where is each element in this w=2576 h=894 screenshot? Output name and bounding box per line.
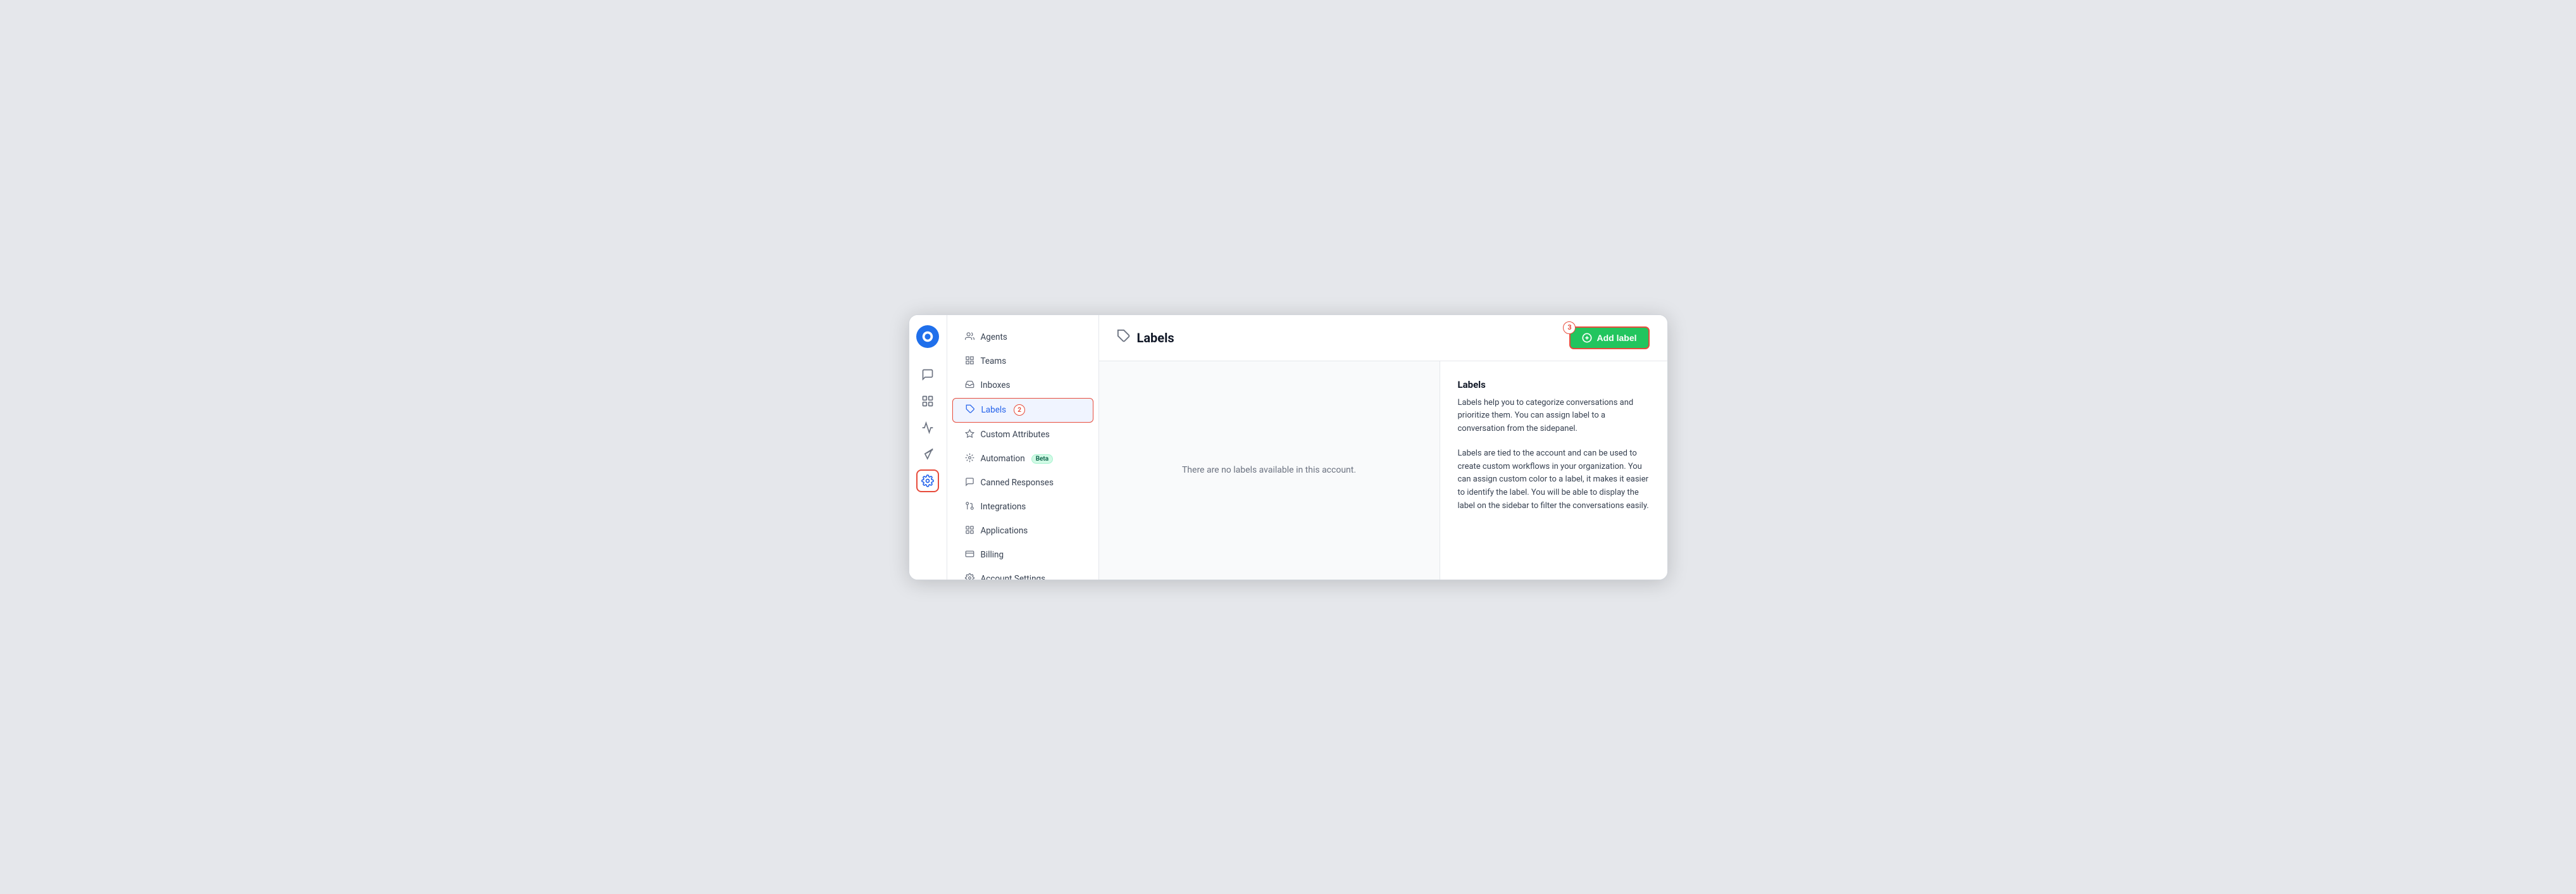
sidebar-item-account-settings[interactable]: Account Settings <box>952 568 1093 580</box>
empty-state: There are no labels available in this ac… <box>1099 361 1440 580</box>
app-window: Agents Teams Inboxes Labels 2 <box>909 314 1668 580</box>
add-label-button-wrapper: 3 Add label <box>1569 326 1649 349</box>
applications-icon <box>965 525 974 537</box>
sidebar-item-integrations[interactable]: Integrations <box>952 495 1093 519</box>
rail-icon-conversations[interactable] <box>916 363 939 386</box>
teams-icon <box>965 356 974 368</box>
inboxes-icon <box>965 380 974 392</box>
app-logo[interactable] <box>916 325 939 348</box>
info-panel: Labels Labels help you to categorize con… <box>1440 361 1667 580</box>
sidebar-item-labels[interactable]: Labels 2 <box>952 398 1093 423</box>
info-panel-paragraph2: Labels are tied to the account and can b… <box>1458 447 1650 513</box>
canned-responses-icon <box>965 477 974 489</box>
integrations-icon <box>965 501 974 513</box>
sidebar-item-teams[interactable]: Teams <box>952 350 1093 373</box>
sidebar-item-custom-attributes[interactable]: Custom Attributes <box>952 423 1093 447</box>
page-title: Labels <box>1117 329 1174 346</box>
sidebar: Agents Teams Inboxes Labels 2 <box>947 315 1099 580</box>
sidebar-item-applications-label: Applications <box>981 526 1028 536</box>
page-title-icon <box>1117 329 1131 346</box>
sidebar-item-automation[interactable]: Automation Beta <box>952 447 1093 471</box>
main-content: Labels 3 Add label There are no labels a… <box>1099 315 1667 580</box>
info-panel-title: Labels <box>1458 379 1650 390</box>
rail-icon-contacts[interactable] <box>916 390 939 413</box>
sidebar-item-inboxes[interactable]: Inboxes <box>952 374 1093 397</box>
agents-icon <box>965 332 974 344</box>
sidebar-item-account-settings-label: Account Settings <box>981 574 1046 580</box>
rail-icon-campaigns[interactable] <box>916 443 939 466</box>
account-settings-icon <box>965 573 974 580</box>
main-body: There are no labels available in this ac… <box>1099 361 1667 580</box>
add-label-badge: 3 <box>1563 321 1576 334</box>
automation-icon <box>965 453 974 465</box>
add-label-button-text: Add label <box>1596 333 1636 343</box>
info-panel-paragraph1: Labels help you to categorize conversati… <box>1458 397 1650 436</box>
sidebar-item-custom-attributes-label: Custom Attributes <box>981 430 1050 440</box>
labels-number-badge: 2 <box>1014 404 1025 416</box>
icon-rail <box>909 315 947 580</box>
sidebar-item-agents[interactable]: Agents <box>952 326 1093 349</box>
sidebar-item-billing[interactable]: Billing <box>952 543 1093 567</box>
sidebar-item-agents-label: Agents <box>981 332 1007 342</box>
custom-attributes-icon <box>965 429 974 441</box>
sidebar-item-teams-label: Teams <box>981 356 1007 366</box>
sidebar-item-integrations-label: Integrations <box>981 502 1026 512</box>
sidebar-item-inboxes-label: Inboxes <box>981 380 1011 390</box>
add-label-button[interactable]: Add label <box>1569 326 1649 349</box>
automation-beta-badge: Beta <box>1031 454 1053 464</box>
rail-icon-settings[interactable] <box>916 469 939 492</box>
sidebar-item-labels-label: Labels <box>981 405 1007 415</box>
sidebar-item-billing-label: Billing <box>981 550 1004 560</box>
sidebar-item-automation-label: Automation <box>981 454 1025 464</box>
page-header: Labels 3 Add label <box>1099 315 1667 361</box>
rail-icon-reports[interactable] <box>916 416 939 439</box>
sidebar-item-canned-responses-label: Canned Responses <box>981 478 1054 488</box>
billing-icon <box>965 549 974 561</box>
page-title-text: Labels <box>1137 330 1174 345</box>
empty-message: There are no labels available in this ac… <box>1182 465 1356 475</box>
labels-icon <box>966 404 975 416</box>
sidebar-item-canned-responses[interactable]: Canned Responses <box>952 471 1093 495</box>
sidebar-item-applications[interactable]: Applications <box>952 519 1093 543</box>
